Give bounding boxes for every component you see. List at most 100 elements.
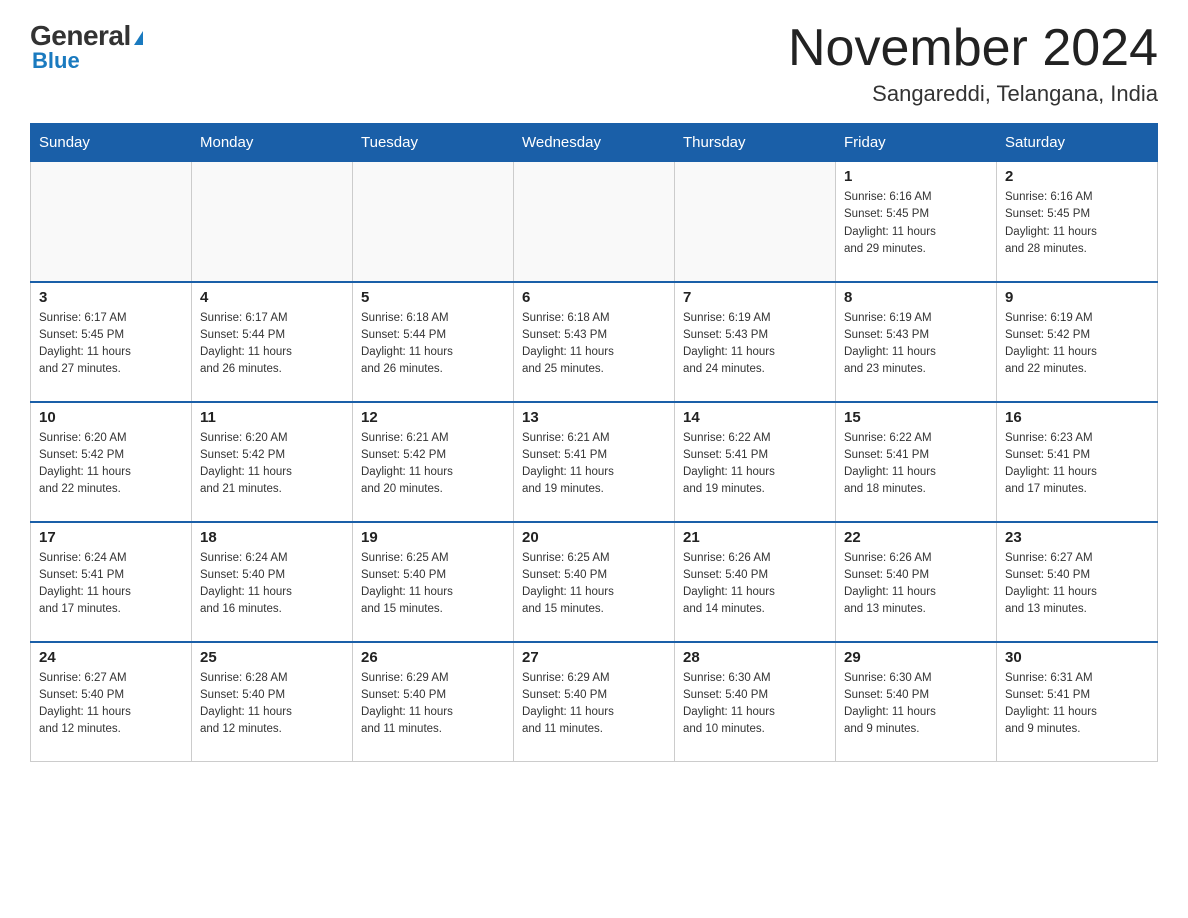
calendar-cell: 28 Sunrise: 6:30 AM Sunset: 5:40 PM Dayli…: [675, 642, 836, 762]
calendar-cell: 20 Sunrise: 6:25 AM Sunset: 5:40 PM Dayli…: [514, 522, 675, 642]
day-number: 15: [844, 409, 988, 426]
day-number: 12: [361, 409, 505, 426]
day-info: Sunrise: 6:27 AM Sunset: 5:40 PM Dayligh…: [1005, 550, 1149, 619]
calendar-cell: [353, 162, 514, 282]
day-info: Sunrise: 6:26 AM Sunset: 5:40 PM Dayligh…: [683, 550, 827, 619]
day-number: 17: [39, 529, 183, 546]
day-info: Sunrise: 6:24 AM Sunset: 5:41 PM Dayligh…: [39, 550, 183, 619]
calendar-cell: [192, 162, 353, 282]
calendar-week-row: 3 Sunrise: 6:17 AM Sunset: 5:45 PM Daylig…: [31, 282, 1158, 402]
calendar-cell: 29Sunrise: 6:30 AM Sunset: 5:40 PM Dayli…: [836, 642, 997, 762]
calendar-table: Sunday Monday Tuesday Wednesday Thursday…: [30, 123, 1158, 762]
day-info: Sunrise: 6:22 AM Sunset: 5:41 PM Dayligh…: [683, 430, 827, 499]
calendar-cell: 22 Sunrise: 6:26 AM Sunset: 5:40 PM Dayli…: [836, 522, 997, 642]
day-info: Sunrise: 6:30 AM Sunset: 5:40 PM Dayligh…: [683, 670, 827, 739]
col-tuesday: Tuesday: [353, 124, 514, 162]
col-saturday: Saturday: [997, 124, 1158, 162]
day-info: Sunrise: 6:18 AM Sunset: 5:44 PM Dayligh…: [361, 310, 505, 379]
calendar-cell: 6Sunrise: 6:18 AM Sunset: 5:43 PM Daylig…: [514, 282, 675, 402]
day-number: 9: [1005, 289, 1149, 306]
day-info: Sunrise: 6:30 AM Sunset: 5:40 PM Dayligh…: [844, 670, 988, 739]
day-info: Sunrise: 6:19 AM Sunset: 5:43 PM Dayligh…: [844, 310, 988, 379]
calendar-week-row: 1Sunrise: 6:16 AM Sunset: 5:45 PM Daylig…: [31, 162, 1158, 282]
calendar-cell: 21 Sunrise: 6:26 AM Sunset: 5:40 PM Dayli…: [675, 522, 836, 642]
day-info: Sunrise: 6:17 AM Sunset: 5:44 PM Dayligh…: [200, 310, 344, 379]
day-number: 6: [522, 289, 666, 306]
calendar-cell: 10Sunrise: 6:20 AM Sunset: 5:42 PM Dayli…: [31, 402, 192, 522]
day-number: 18: [200, 529, 344, 546]
location-title: Sangareddi, Telangana, India: [788, 81, 1158, 107]
calendar-cell: 25 Sunrise: 6:28 AM Sunset: 5:40 PM Dayli…: [192, 642, 353, 762]
day-number: 20: [522, 529, 666, 546]
day-info: Sunrise: 6:27 AM Sunset: 5:40 PM Dayligh…: [39, 670, 183, 739]
calendar-header-row: Sunday Monday Tuesday Wednesday Thursday…: [31, 124, 1158, 162]
col-monday: Monday: [192, 124, 353, 162]
page-header: General Blue November 2024 Sangareddi, T…: [30, 20, 1158, 107]
calendar-cell: 12 Sunrise: 6:21 AM Sunset: 5:42 PM Dayli…: [353, 402, 514, 522]
day-info: Sunrise: 6:17 AM Sunset: 5:45 PM Dayligh…: [39, 310, 183, 379]
day-info: Sunrise: 6:22 AM Sunset: 5:41 PM Dayligh…: [844, 430, 988, 499]
calendar-cell: 2 Sunrise: 6:16 AM Sunset: 5:45 PM Daylig…: [997, 162, 1158, 282]
day-number: 2: [1005, 168, 1149, 185]
calendar-cell: 3 Sunrise: 6:17 AM Sunset: 5:45 PM Daylig…: [31, 282, 192, 402]
day-number: 5: [361, 289, 505, 306]
calendar-cell: 18 Sunrise: 6:24 AM Sunset: 5:40 PM Dayli…: [192, 522, 353, 642]
calendar-cell: 4 Sunrise: 6:17 AM Sunset: 5:44 PM Daylig…: [192, 282, 353, 402]
day-number: 16: [1005, 409, 1149, 426]
day-number: 3: [39, 289, 183, 306]
day-info: Sunrise: 6:29 AM Sunset: 5:40 PM Dayligh…: [522, 670, 666, 739]
day-number: 27: [522, 649, 666, 666]
day-info: Sunrise: 6:21 AM Sunset: 5:41 PM Dayligh…: [522, 430, 666, 499]
day-number: 22: [844, 529, 988, 546]
month-title: November 2024: [788, 20, 1158, 77]
day-number: 14: [683, 409, 827, 426]
day-number: 8: [844, 289, 988, 306]
logo: General Blue: [30, 20, 143, 74]
day-number: 26: [361, 649, 505, 666]
logo-blue: Blue: [32, 48, 80, 74]
day-info: Sunrise: 6:24 AM Sunset: 5:40 PM Dayligh…: [200, 550, 344, 619]
logo-triangle-icon: [134, 31, 143, 45]
calendar-cell: 23 Sunrise: 6:27 AM Sunset: 5:40 PM Dayli…: [997, 522, 1158, 642]
calendar-cell: 13 Sunrise: 6:21 AM Sunset: 5:41 PM Dayli…: [514, 402, 675, 522]
day-number: 21: [683, 529, 827, 546]
calendar-week-row: 17 Sunrise: 6:24 AM Sunset: 5:41 PM Dayli…: [31, 522, 1158, 642]
title-area: November 2024 Sangareddi, Telangana, Ind…: [788, 20, 1158, 107]
day-number: 4: [200, 289, 344, 306]
calendar-week-row: 10Sunrise: 6:20 AM Sunset: 5:42 PM Dayli…: [31, 402, 1158, 522]
day-number: 23: [1005, 529, 1149, 546]
calendar-cell: 15 Sunrise: 6:22 AM Sunset: 5:41 PM Dayli…: [836, 402, 997, 522]
calendar-cell: 1Sunrise: 6:16 AM Sunset: 5:45 PM Daylig…: [836, 162, 997, 282]
calendar-cell: 24 Sunrise: 6:27 AM Sunset: 5:40 PM Dayli…: [31, 642, 192, 762]
day-number: 7: [683, 289, 827, 306]
day-info: Sunrise: 6:16 AM Sunset: 5:45 PM Dayligh…: [1005, 189, 1149, 258]
calendar-cell: 30Sunrise: 6:31 AM Sunset: 5:41 PM Dayli…: [997, 642, 1158, 762]
calendar-cell: 27 Sunrise: 6:29 AM Sunset: 5:40 PM Dayli…: [514, 642, 675, 762]
calendar-cell: 14 Sunrise: 6:22 AM Sunset: 5:41 PM Dayli…: [675, 402, 836, 522]
day-number: 19: [361, 529, 505, 546]
calendar-cell: 8 Sunrise: 6:19 AM Sunset: 5:43 PM Daylig…: [836, 282, 997, 402]
day-info: Sunrise: 6:31 AM Sunset: 5:41 PM Dayligh…: [1005, 670, 1149, 739]
calendar-cell: 19 Sunrise: 6:25 AM Sunset: 5:40 PM Dayli…: [353, 522, 514, 642]
col-thursday: Thursday: [675, 124, 836, 162]
day-number: 28: [683, 649, 827, 666]
day-info: Sunrise: 6:16 AM Sunset: 5:45 PM Dayligh…: [844, 189, 988, 258]
col-friday: Friday: [836, 124, 997, 162]
day-info: Sunrise: 6:19 AM Sunset: 5:43 PM Dayligh…: [683, 310, 827, 379]
day-info: Sunrise: 6:26 AM Sunset: 5:40 PM Dayligh…: [844, 550, 988, 619]
day-info: Sunrise: 6:21 AM Sunset: 5:42 PM Dayligh…: [361, 430, 505, 499]
calendar-cell: 17 Sunrise: 6:24 AM Sunset: 5:41 PM Dayli…: [31, 522, 192, 642]
day-info: Sunrise: 6:29 AM Sunset: 5:40 PM Dayligh…: [361, 670, 505, 739]
day-number: 25: [200, 649, 344, 666]
day-number: 13: [522, 409, 666, 426]
day-number: 24: [39, 649, 183, 666]
calendar-cell: [31, 162, 192, 282]
calendar-cell: 11Sunrise: 6:20 AM Sunset: 5:42 PM Dayli…: [192, 402, 353, 522]
calendar-cell: [514, 162, 675, 282]
day-info: Sunrise: 6:25 AM Sunset: 5:40 PM Dayligh…: [361, 550, 505, 619]
calendar-cell: 26 Sunrise: 6:29 AM Sunset: 5:40 PM Dayli…: [353, 642, 514, 762]
day-info: Sunrise: 6:25 AM Sunset: 5:40 PM Dayligh…: [522, 550, 666, 619]
day-info: Sunrise: 6:23 AM Sunset: 5:41 PM Dayligh…: [1005, 430, 1149, 499]
day-info: Sunrise: 6:28 AM Sunset: 5:40 PM Dayligh…: [200, 670, 344, 739]
day-number: 10: [39, 409, 183, 426]
